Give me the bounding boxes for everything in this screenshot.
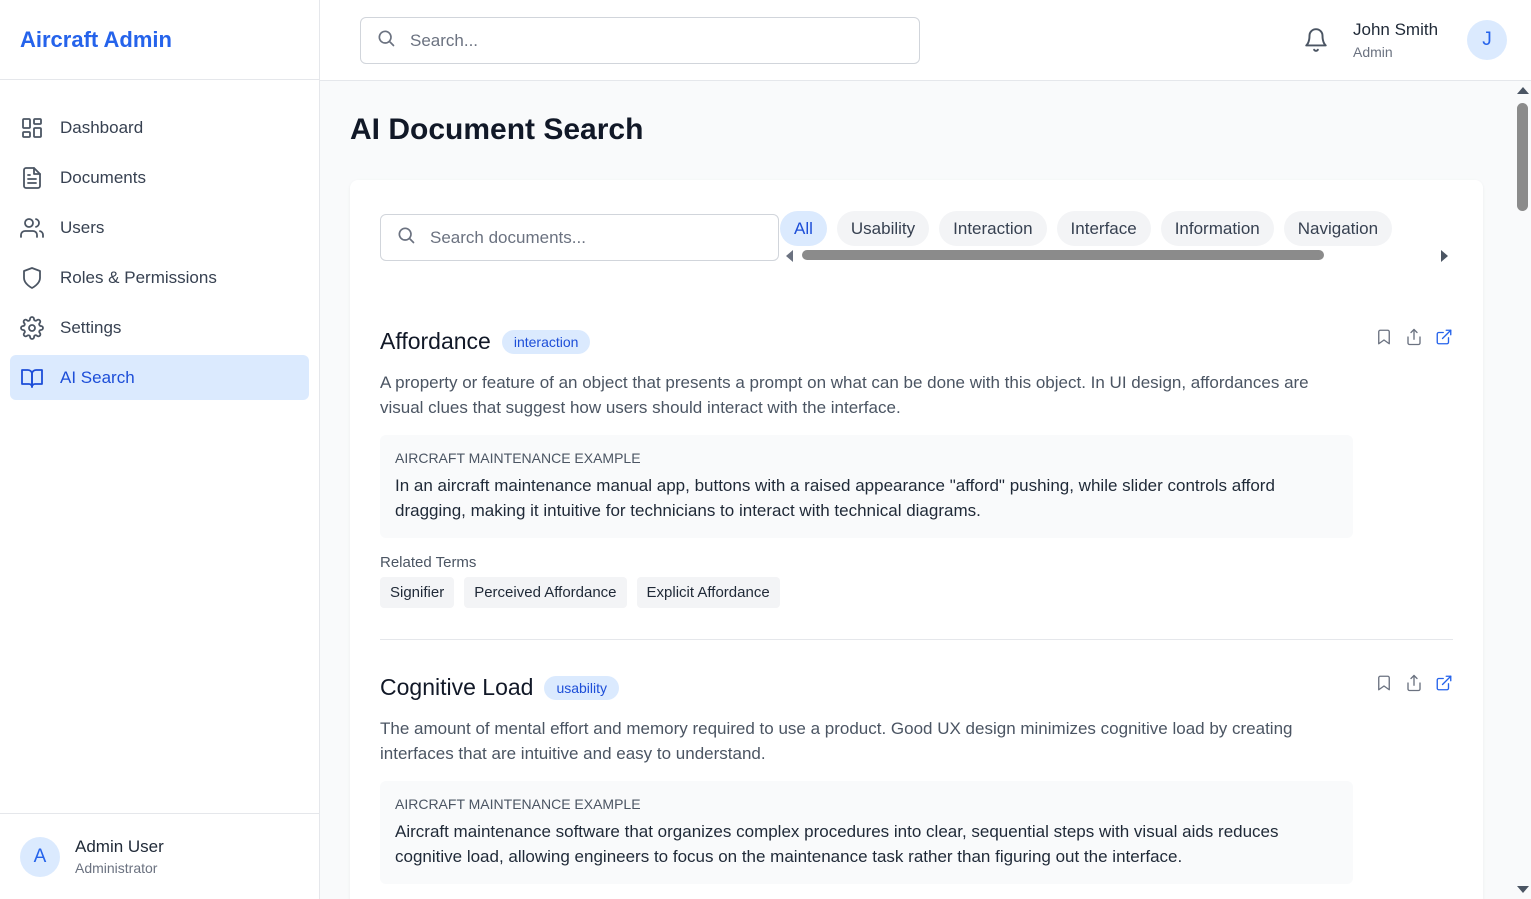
avatar: A (20, 836, 60, 877)
result-title-row: Cognitive Load usability (380, 674, 1453, 701)
global-search-input[interactable] (410, 30, 890, 51)
divider (380, 639, 1453, 640)
result-title[interactable]: Affordance (380, 328, 491, 355)
related-term[interactable]: Explicit Affordance (636, 577, 780, 608)
filter-chip-navigation[interactable]: Navigation (1283, 211, 1393, 246)
result-example: Aircraft Maintenance Example In an aircr… (380, 435, 1353, 538)
header-user-name: John Smith (1353, 20, 1439, 39)
book-open-icon (20, 366, 44, 390)
sidebar-item-label: Dashboard (60, 117, 144, 137)
sidebar-user[interactable]: A Admin User Administrator (0, 813, 319, 899)
sidebar-item-roles-permissions[interactable]: Roles & Permissions (10, 255, 309, 300)
sidebar-item-dashboard[interactable]: Dashboard (10, 105, 309, 150)
share-icon[interactable] (1405, 674, 1423, 692)
shield-icon (20, 266, 44, 290)
result-tag: interaction (501, 329, 591, 354)
external-link-icon[interactable] (1435, 328, 1453, 346)
sidebar-item-label: Settings (60, 317, 122, 337)
document-search-input[interactable] (430, 227, 760, 248)
example-label: Aircraft Maintenance Example (395, 796, 641, 812)
document-search[interactable] (380, 214, 779, 261)
scroll-left-icon[interactable] (786, 250, 793, 262)
related-term[interactable]: Perceived Affordance (464, 577, 627, 608)
related-terms: Signifier Perceived Affordance Explicit … (380, 577, 1453, 608)
avatar[interactable]: J (1467, 20, 1507, 60)
search-card: All Usability Interaction Interface Info… (350, 180, 1483, 899)
sidebar-item-label: Roles & Permissions (60, 267, 217, 287)
filter-chip-interaction[interactable]: Interaction (939, 211, 1047, 246)
example-label: Aircraft Maintenance Example (395, 450, 641, 466)
header-user-role: Admin (1353, 44, 1393, 60)
sidebar-user-info: Admin User Administrator (75, 837, 164, 876)
users-icon (20, 216, 44, 240)
result-actions (1375, 328, 1453, 346)
grid-icon (20, 116, 44, 140)
bookmark-icon[interactable] (1375, 328, 1393, 346)
sidebar-item-users[interactable]: Users (10, 205, 309, 250)
filter-chip-interface[interactable]: Interface (1056, 211, 1151, 246)
category-filters: All Usability Interaction Interface Info… (780, 211, 1450, 267)
result-example: Aircraft Maintenance Example Aircraft ma… (380, 781, 1353, 884)
bell-icon[interactable] (1303, 27, 1329, 53)
related-term[interactable]: Signifier (380, 577, 455, 608)
result-description: A property or feature of an object that … (380, 373, 1309, 417)
result-actions (1375, 674, 1453, 692)
result-title-row: Affordance interaction (380, 328, 1453, 355)
search-icon (361, 28, 396, 53)
search-icon (381, 225, 416, 250)
sidebar-item-label: Users (60, 217, 105, 237)
sidebar: Aircraft Admin Dashboard Documents Users… (0, 0, 320, 899)
related-terms-label: Related Terms (380, 554, 477, 571)
result-tag: usability (544, 675, 620, 700)
filter-scrollbar[interactable] (780, 248, 1450, 262)
scroll-right-icon[interactable] (1441, 250, 1448, 262)
result-description: The amount of mental effort and memory r… (380, 719, 1293, 763)
scroll-up-icon[interactable] (1517, 87, 1529, 94)
sidebar-item-ai-search[interactable]: AI Search (10, 355, 309, 400)
filter-chip-all[interactable]: All (780, 211, 827, 246)
scrollbar-thumb[interactable] (1517, 103, 1528, 211)
scrollbar-thumb[interactable] (802, 250, 1324, 260)
filter-chip-usability[interactable]: Usability (836, 211, 930, 246)
sidebar-item-documents[interactable]: Documents (10, 155, 309, 200)
document-icon (20, 166, 44, 190)
header-user-info[interactable]: John Smith Admin (1353, 20, 1438, 60)
example-text: Aircraft maintenance software that organ… (395, 822, 1279, 866)
share-icon[interactable] (1405, 328, 1423, 346)
sidebar-user-name: Admin User (75, 837, 164, 856)
sidebar-item-label: AI Search (60, 367, 135, 387)
result-item: Affordance interaction A property or fea… (380, 328, 1453, 608)
sidebar-user-role: Administrator (75, 860, 158, 876)
main-content: AI Document Search All Usability Interac… (320, 81, 1515, 899)
example-text: In an aircraft maintenance manual app, b… (395, 476, 1275, 520)
sidebar-nav: Dashboard Documents Users Roles & Permis… (0, 80, 319, 400)
sidebar-item-label: Documents (60, 167, 146, 187)
scroll-down-icon[interactable] (1517, 886, 1529, 893)
bookmark-icon[interactable] (1375, 674, 1393, 692)
brand: Aircraft Admin (0, 0, 319, 80)
page-title: AI Document Search (350, 113, 644, 146)
gear-icon (20, 315, 44, 340)
filter-chip-list: All Usability Interaction Interface Info… (780, 211, 1450, 246)
global-search[interactable] (360, 17, 920, 64)
result-item: Cognitive Load usability The amount of m… (380, 674, 1453, 884)
external-link-icon[interactable] (1435, 674, 1453, 692)
result-title[interactable]: Cognitive Load (380, 674, 533, 701)
filter-chip-information[interactable]: Information (1160, 211, 1274, 246)
brand-title[interactable]: Aircraft Admin (20, 27, 172, 53)
top-header: John Smith Admin J (320, 0, 1531, 81)
sidebar-item-settings[interactable]: Settings (10, 305, 309, 350)
page-scrollbar[interactable] (1515, 81, 1531, 899)
